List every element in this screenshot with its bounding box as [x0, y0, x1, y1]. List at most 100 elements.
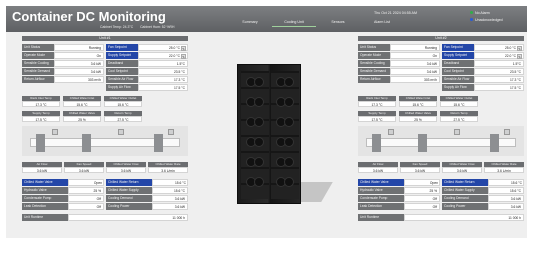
readout-tile-label: Chilled Water Outlet — [440, 96, 478, 101]
param-label: Sensible Demand — [358, 68, 390, 75]
coil-icon — [418, 134, 427, 152]
water-value: 3.6 kW — [152, 195, 188, 202]
setpoint-value: 23.5 °C — [474, 68, 524, 75]
water-value-text: Off — [96, 205, 101, 209]
coil-icon — [490, 134, 499, 152]
setpoint-value: 17.3 °C — [138, 76, 188, 83]
readout-tile: Chilled Water Rate 3.6 L/min — [148, 162, 188, 173]
setpoint-value-text: 22.0 °C — [168, 54, 180, 58]
setpoint-value[interactable]: 22.0 °C ✎ — [474, 52, 524, 59]
setpoint-value: 1.5°C — [474, 60, 524, 67]
param-row: Return Airflow 303 m³/h — [358, 76, 440, 83]
setpoint-value: 23.5 °C — [138, 68, 188, 75]
setpoint-label: Sensible Air Flow — [106, 76, 138, 83]
setpoint-value: 17.3 °C — [474, 76, 524, 83]
param-col-left: Unit Status Running Operate Mode On Sensible… — [358, 44, 440, 92]
param-row: Sensible Cooling 3.6 kW — [358, 60, 440, 67]
pencil-icon[interactable]: ✎ — [181, 45, 186, 51]
cabinet-image — [237, 64, 333, 206]
readout-tile-value: 3.6 kW — [22, 167, 62, 173]
setpoint-label: Fan Setpoint — [442, 44, 474, 51]
param-col-left: Unit Status Running Operate Mode On Sensible… — [22, 44, 104, 92]
setpoint-value[interactable]: 25.0 °C ✎ — [138, 44, 188, 51]
setpoint-value-text: 1.5°C — [176, 62, 185, 66]
param-row: Operate Mode On — [22, 52, 104, 59]
setpoint-row: Supply Setpoint 22.0 °C ✎ — [442, 52, 524, 59]
water-row: Cooling Power 3.6 kW — [442, 203, 524, 210]
runtime-label: Unit Runtime — [358, 214, 404, 221]
valve-icon — [168, 129, 174, 135]
water-label: Leak Detection — [22, 203, 68, 210]
param-value: 3.6 kW — [54, 60, 104, 67]
water-value-text: 15.6 °C — [173, 189, 185, 193]
param-col-right: Fan Setpoint 25.0 °C ✎ Supply Setpoint 22.0 … — [442, 44, 524, 92]
water-row: Leak Detection Off — [22, 203, 104, 210]
water-value-text: Open — [429, 181, 438, 185]
water-label: Chilled Water Supply — [442, 187, 488, 194]
pencil-icon[interactable]: ✎ — [181, 53, 186, 59]
valve-icon — [52, 129, 58, 135]
readout-tile-value: 15.6 °C — [104, 101, 142, 107]
readout-tile: Fan Speed 3.6 kW — [64, 162, 104, 173]
param-value-text: 3.6 kW — [90, 70, 101, 74]
water-row: Chilled Water Supply 15.6 °C — [442, 187, 524, 194]
water-label: Cooling Demand — [106, 195, 152, 202]
setpoint-row: Fan Setpoint 25.0 °C ✎ — [106, 44, 188, 51]
valve-icon — [388, 129, 394, 135]
pencil-icon[interactable]: ✎ — [517, 45, 522, 51]
readout-tile: Air Flow 3.6 kW — [358, 162, 398, 173]
water-label: Cooling Power — [442, 203, 488, 210]
datetime: Thu Oct 21 2024 04:55 AM — [374, 11, 417, 15]
water-value-text: 3.6 kW — [510, 205, 521, 209]
tab-summary[interactable]: Summary — [228, 20, 272, 27]
pencil-icon[interactable]: ✎ — [517, 53, 522, 59]
water-label: Hydraulic Valve — [22, 187, 68, 194]
water-row: Cooling Demand 3.6 kW — [442, 195, 524, 202]
app-header: Container DC Monitoring Cabinet Temp: 24… — [6, 6, 527, 32]
water-value: 25 % — [404, 187, 440, 194]
setpoint-label: Deadband — [442, 60, 474, 67]
setpoint-value: 1.5°C — [138, 60, 188, 67]
fan-icon — [284, 97, 294, 107]
water-col-right: Chilled Water Return 15.6 °C Chilled Water… — [442, 179, 524, 211]
tab-alarm-list[interactable]: Alarm List — [360, 20, 404, 27]
readout-tile-label: Chilled Water Outlet — [104, 96, 142, 101]
param-value: On — [54, 52, 104, 59]
setpoint-label: Cool Setpoint — [106, 68, 138, 75]
unit-params: Unit Status Running Operate Mode On Sensible… — [22, 44, 188, 92]
fan-icon — [254, 97, 264, 107]
tab-sensors[interactable]: Sensors — [316, 20, 360, 27]
water-label: Cooling Power — [106, 203, 152, 210]
unit-panel-1: Unit #1 Unit Status Running Operate Mode On S… — [22, 36, 188, 236]
setpoint-value-text: 23.5 °C — [509, 70, 521, 74]
water-row: Leak Detection Off — [358, 203, 440, 210]
water-col-right: Chilled Water Return 15.6 °C Chilled Water… — [106, 179, 188, 211]
water-value: 3.6 kW — [488, 195, 524, 202]
setpoint-value[interactable]: 25.0 °C ✎ — [474, 44, 524, 51]
setpoint-value[interactable]: 22.0 °C ✎ — [138, 52, 188, 59]
water-value-text: Off — [432, 205, 437, 209]
water-row: Cooling Demand 3.6 kW — [106, 195, 188, 202]
setpoint-label: Supply Air Flow — [442, 84, 474, 91]
water-value: Off — [68, 195, 104, 202]
setpoint-row: Supply Air Flow 17.5 °C — [106, 84, 188, 91]
water-status: Chilled Water Valve Open Hydraulic Valve 25… — [358, 179, 524, 211]
water-row: Hydraulic Valve 25 % — [22, 187, 104, 194]
tab-cooling-unit[interactable]: Cooling Unit — [272, 20, 316, 27]
param-value-text: On — [432, 54, 437, 58]
setpoint-label: Sensible Air Flow — [442, 76, 474, 83]
readout-tile-value: 17.3 °C — [22, 101, 60, 107]
param-value-text: 303 m³/h — [423, 78, 437, 82]
readout-tile-value: 3.6 L/min — [484, 167, 524, 173]
app-title: Container DC Monitoring — [12, 9, 166, 24]
water-row: Condensate Pump Off — [22, 195, 104, 202]
water-row: Condensate Pump Off — [358, 195, 440, 202]
water-label: Condensate Pump — [358, 195, 404, 202]
readout-tile: Air Flow 3.6 kW — [22, 162, 62, 173]
water-value-text: Off — [96, 197, 101, 201]
setpoint-row: Supply Air Flow 17.5 °C — [442, 84, 524, 91]
cabinet-body — [237, 64, 301, 204]
readout-tile-value: 27.5 °C — [104, 116, 142, 122]
param-row: Unit Status Running — [22, 44, 104, 51]
setpoint-label: Supply Setpoint — [106, 52, 138, 59]
